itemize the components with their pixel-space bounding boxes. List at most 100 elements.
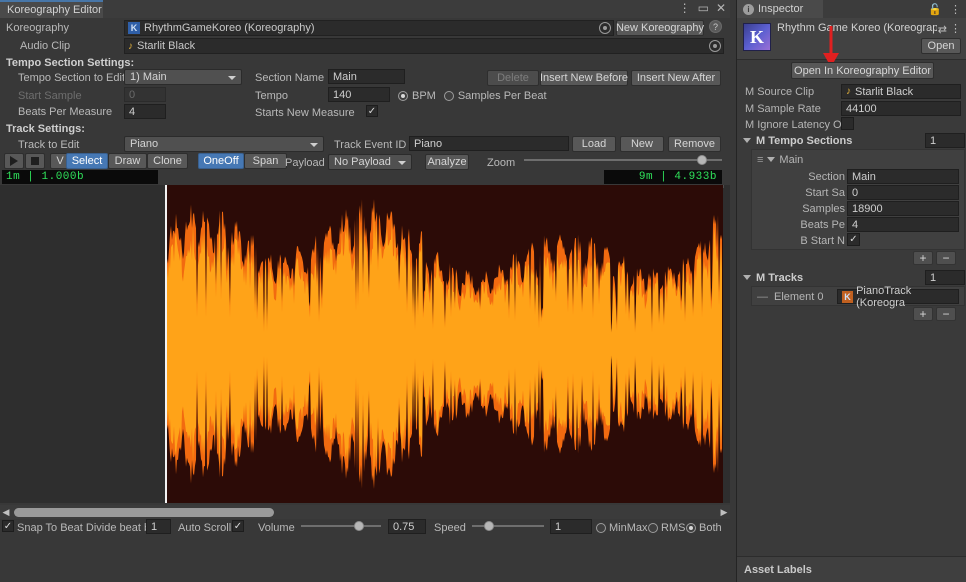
load-track-button[interactable]: Load xyxy=(572,136,616,152)
remove-track-button[interactable]: Remove xyxy=(668,136,721,152)
volume-slider-knob[interactable] xyxy=(353,521,364,531)
samples-per-beat-radio[interactable] xyxy=(443,91,454,101)
sample-rate-field[interactable]: 44100 xyxy=(841,101,961,116)
tab-koreography-editor[interactable]: Koreography Editor xyxy=(0,0,103,18)
start-sample-row-field[interactable]: 0 xyxy=(847,185,959,200)
drag-handle-icon[interactable]: ≡ xyxy=(757,154,763,166)
bpm-radio[interactable] xyxy=(398,91,408,101)
audio-clip-object-field[interactable]: ♪ Starlit Black xyxy=(124,38,724,54)
snap-divide-field[interactable]: 1 xyxy=(146,519,171,534)
object-picker-icon[interactable] xyxy=(599,22,611,34)
scroll-right-arrow[interactable]: ▶ xyxy=(718,507,730,518)
rms-radio[interactable] xyxy=(648,523,658,533)
open-button[interactable]: Open xyxy=(921,38,961,54)
speed-slider[interactable] xyxy=(472,518,544,534)
open-in-koreography-editor-button[interactable]: Open In Koreography Editor xyxy=(791,62,934,79)
scrollbar-thumb[interactable] xyxy=(14,507,275,517)
koreography-object-field[interactable]: K RhythmGameKoreo (Koreography) xyxy=(124,20,614,36)
tracks-foldout[interactable]: M Tracks xyxy=(743,270,803,285)
track-element-row[interactable]: — Element 0 xyxy=(757,289,824,304)
payload-dropdown[interactable]: No Payload xyxy=(328,154,412,170)
tracks-count-field[interactable]: 1 xyxy=(925,270,965,285)
track-event-id-field[interactable]: Piano xyxy=(409,136,569,151)
start-new-measure-row-checkbox[interactable]: ✓ xyxy=(847,233,860,246)
minmax-radio[interactable] xyxy=(596,523,606,533)
source-clip-field[interactable]: ♪ Starlit Black xyxy=(841,84,961,99)
beat-tick xyxy=(723,185,724,188)
select-tool-button[interactable]: Select xyxy=(66,153,108,169)
playhead[interactable] xyxy=(165,185,167,503)
tempo-section-element-header[interactable]: ≡ Main xyxy=(757,152,803,167)
inspector-asset-title: Rhythm Game Koreo (Koreograp xyxy=(777,22,937,34)
section-name-label: Section Name xyxy=(255,72,325,84)
tab-inspector[interactable]: i Inspector xyxy=(737,0,823,18)
horizontal-scrollbar[interactable]: ◀ ▶ xyxy=(0,505,730,519)
tempo-sections-count-field[interactable]: 1 xyxy=(925,133,965,148)
waveform-canvas[interactable] xyxy=(0,185,730,503)
start-new-measure-row-label: B Start N xyxy=(800,234,845,247)
beats-per-measure-field[interactable]: 4 xyxy=(124,104,166,119)
volume-slider[interactable] xyxy=(301,518,381,534)
insert-new-before-button[interactable]: Insert New Before xyxy=(540,70,628,86)
kebab-menu-icon[interactable]: ⋮ xyxy=(679,2,691,14)
add-track-button[interactable]: + xyxy=(913,307,933,321)
tempo-section-to-edit-value: 1) Main xyxy=(130,71,167,83)
section-name-field[interactable]: Main xyxy=(328,69,405,84)
waveform-display[interactable] xyxy=(167,185,723,503)
ignore-latency-checkbox[interactable] xyxy=(841,117,854,130)
kebab-menu-icon[interactable]: ⋮ xyxy=(950,22,961,35)
oneoff-mode-button[interactable]: OneOff xyxy=(198,153,244,169)
drag-handle-icon[interactable]: — xyxy=(757,291,768,303)
maximize-icon[interactable]: ▭ xyxy=(698,2,709,14)
source-clip-value: Starlit Black xyxy=(855,85,914,98)
volume-value-field[interactable]: 0.75 xyxy=(388,519,426,534)
zoom-slider-knob[interactable] xyxy=(696,155,707,165)
track-element-object-field[interactable]: K PianoTrack (Koreogra xyxy=(837,285,959,309)
snap-to-beat-checkbox[interactable]: ✓ xyxy=(2,520,14,532)
stop-button[interactable] xyxy=(25,153,45,169)
section-name-row-field[interactable]: Main xyxy=(847,169,959,184)
asset-labels-section[interactable]: Asset Labels xyxy=(737,556,966,582)
new-track-button[interactable]: New xyxy=(620,136,664,152)
close-icon[interactable]: ✕ xyxy=(716,2,726,14)
track-to-edit-value: Piano xyxy=(130,138,159,150)
samples-row-field[interactable]: 18900 xyxy=(847,201,959,216)
preset-icon[interactable]: ⇄ xyxy=(938,23,947,36)
start-sample-row-label: Start Sa xyxy=(805,186,845,199)
track-to-edit-dropdown[interactable]: Piano xyxy=(124,136,324,152)
remove-tempo-section-button[interactable]: − xyxy=(936,251,956,265)
insert-new-after-button[interactable]: Insert New After xyxy=(631,70,721,86)
volume-label: Volume xyxy=(258,522,295,534)
foldout-icon xyxy=(743,275,751,280)
section-name-value: Main xyxy=(333,70,357,83)
span-mode-button[interactable]: Span xyxy=(244,153,287,169)
remove-track-button[interactable]: − xyxy=(936,307,956,321)
new-koreography-label: New Koreography xyxy=(615,22,705,34)
help-icon[interactable]: ? xyxy=(709,20,722,33)
both-radio[interactable] xyxy=(686,523,696,533)
zoom-slider[interactable] xyxy=(524,152,722,168)
new-koreography-button[interactable]: New Koreography xyxy=(616,20,704,36)
speed-value-field[interactable]: 1 xyxy=(550,519,592,534)
source-clip-label: M Source Clip xyxy=(745,85,815,98)
rms-radio-row: RMS xyxy=(648,520,685,536)
play-button[interactable] xyxy=(4,153,24,169)
tempo-section-to-edit-dropdown[interactable]: 1) Main xyxy=(124,69,242,85)
track-element-value: PianoTrack (Koreogra xyxy=(856,284,912,309)
add-tempo-section-button[interactable]: + xyxy=(913,251,933,265)
clone-tool-button[interactable]: Clone xyxy=(147,153,188,169)
draw-tool-button[interactable]: Draw xyxy=(108,153,147,169)
bpm-radio-row: BPM Samples Per Beat xyxy=(398,88,547,104)
tempo-sections-foldout[interactable]: M Tempo Sections xyxy=(743,133,852,148)
audio-clip-picker-icon[interactable] xyxy=(709,40,721,52)
tempo-field[interactable]: 140 xyxy=(328,87,390,102)
speed-slider-knob[interactable] xyxy=(484,521,495,531)
analyze-button[interactable]: Analyze xyxy=(425,154,469,170)
delete-tempo-section-button[interactable]: Delete xyxy=(487,70,539,86)
scroll-left-arrow[interactable]: ◀ xyxy=(0,507,12,518)
beats-per-row-field[interactable]: 4 xyxy=(847,217,959,232)
starts-new-measure-checkbox[interactable]: ✓ xyxy=(366,105,378,117)
kebab-menu-icon[interactable]: ⋮ xyxy=(950,3,961,16)
auto-scroll-checkbox[interactable]: ✓ xyxy=(232,520,244,532)
lock-icon[interactable]: 🔓 xyxy=(928,3,942,16)
